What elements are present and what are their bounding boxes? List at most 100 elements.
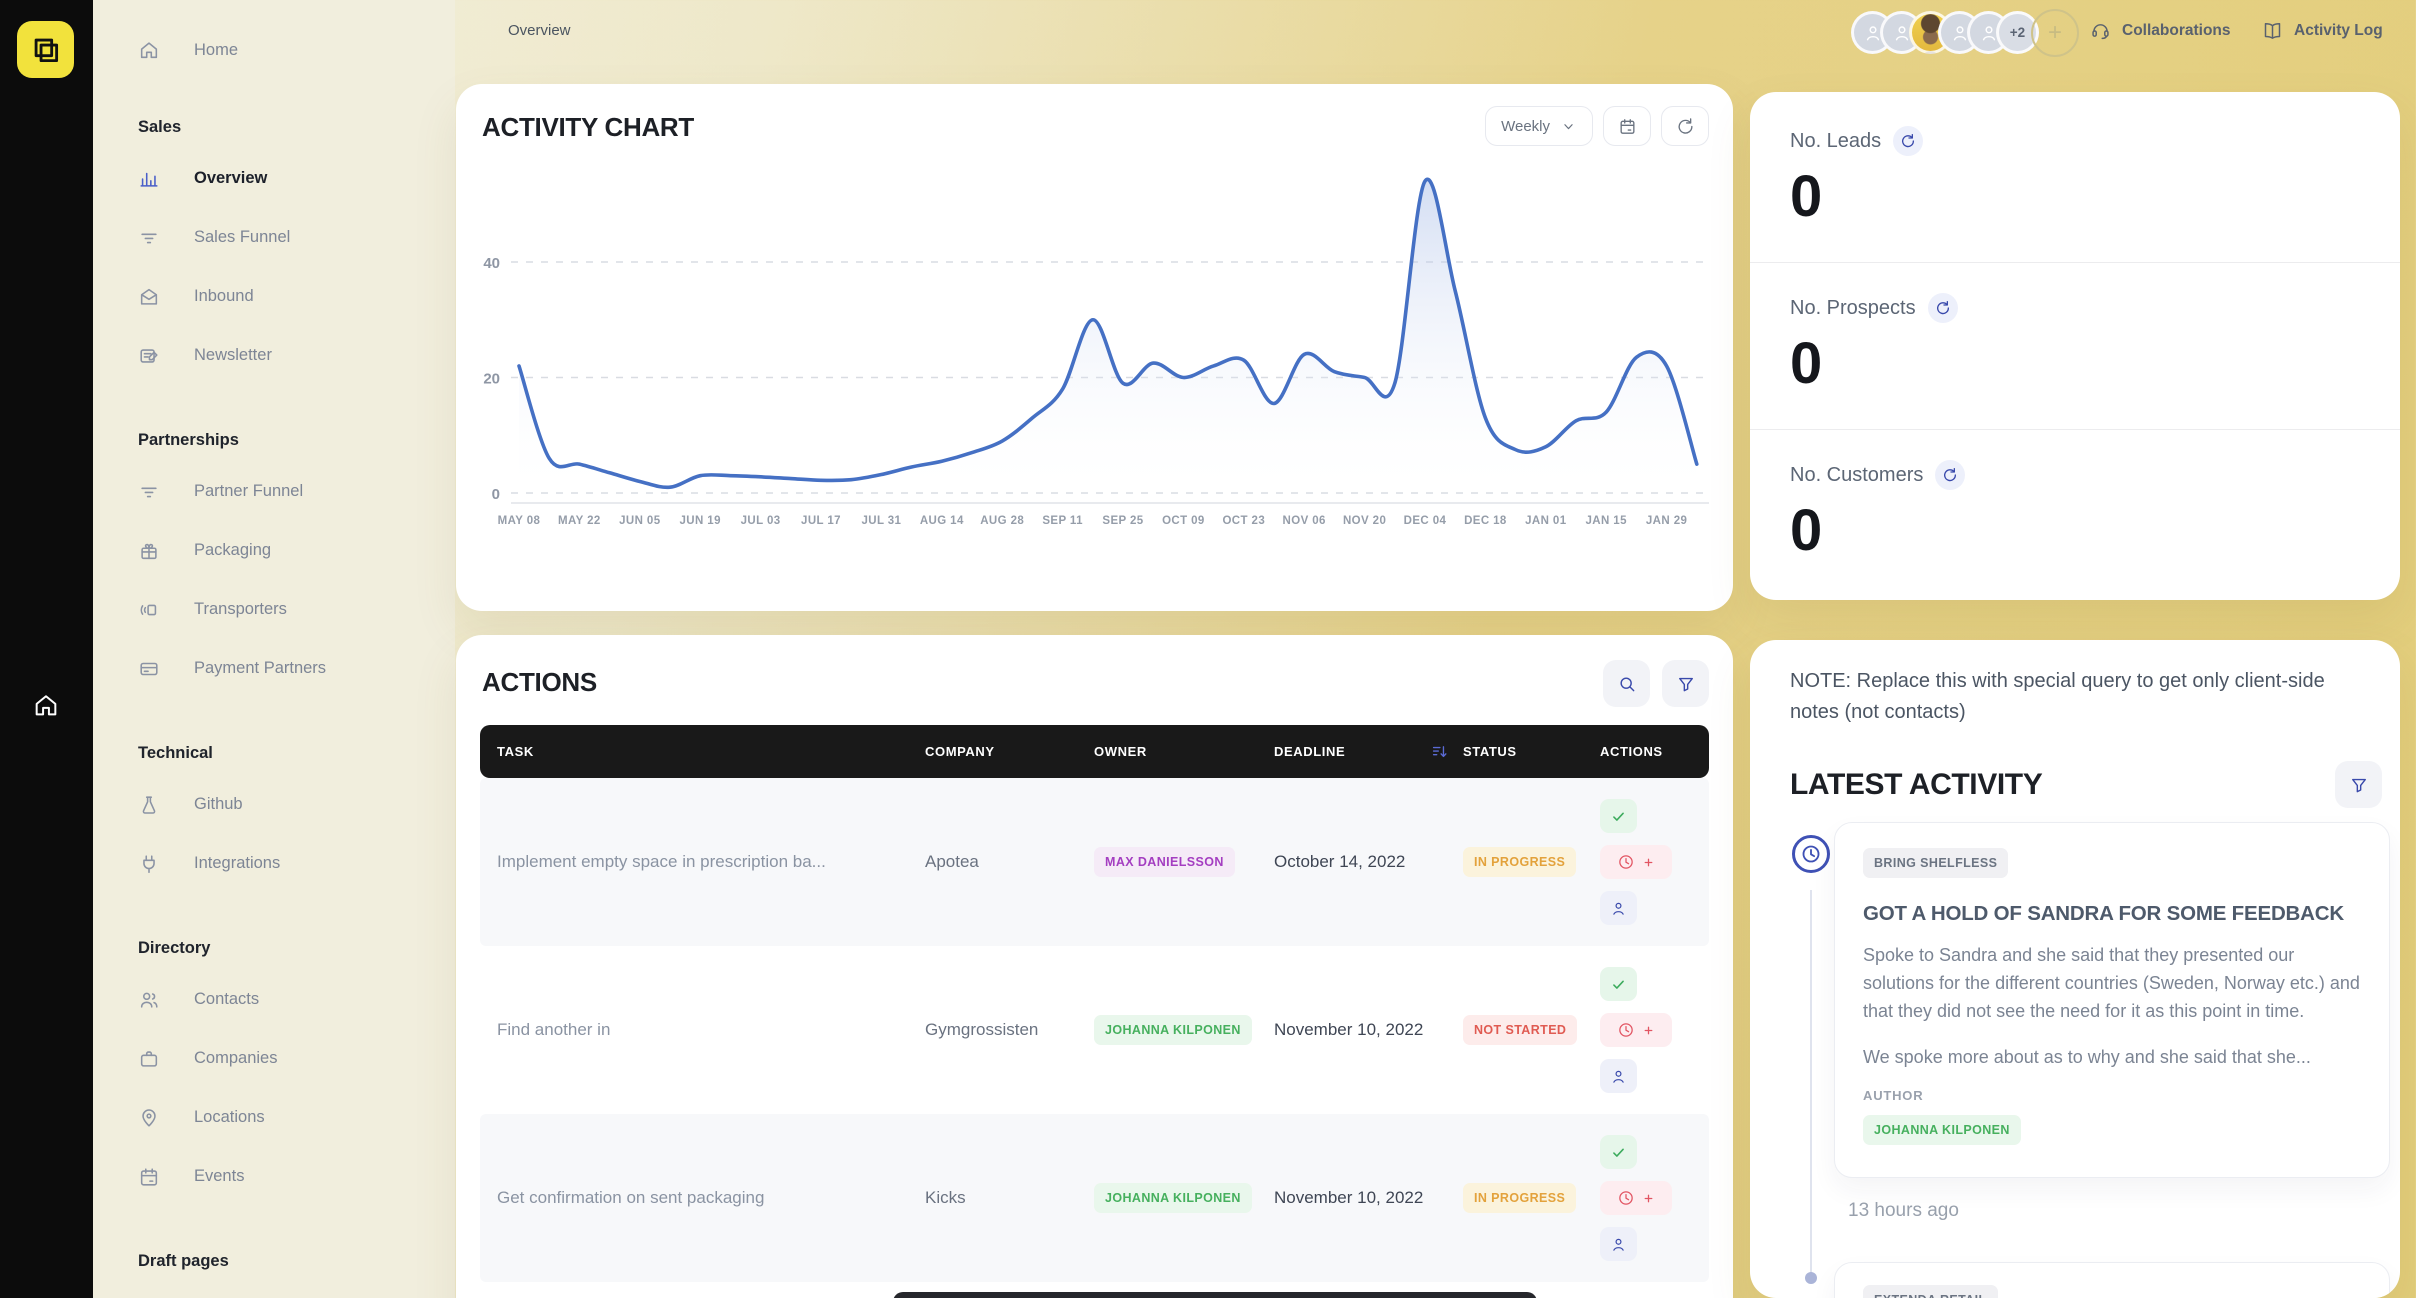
latest-activity-title: LATEST ACTIVITY <box>1790 768 2042 802</box>
svg-text:MAY 22: MAY 22 <box>558 515 601 527</box>
sidebar-item-payment-partners[interactable]: Payment Partners <box>93 639 455 698</box>
sidebar-item-integrations[interactable]: Integrations <box>93 834 455 893</box>
activity-log-link[interactable]: Activity Log <box>2262 20 2383 41</box>
timeline-clock-icon <box>1792 835 1830 873</box>
svg-text:AUG 14: AUG 14 <box>920 515 964 527</box>
sidebar-item-overview[interactable]: Overview <box>93 149 455 208</box>
svg-text:OCT 23: OCT 23 <box>1222 515 1265 527</box>
svg-text:JUL 03: JUL 03 <box>741 515 781 527</box>
activity-filter-button[interactable] <box>2335 761 2382 808</box>
plug-icon <box>138 853 160 875</box>
dev-note: NOTE: Replace this with special query to… <box>1790 666 2330 728</box>
refresh-chart-button[interactable] <box>1661 106 1709 146</box>
book-icon <box>2262 20 2283 41</box>
status-badge: NOT STARTED <box>1463 1015 1577 1045</box>
sort-icon[interactable] <box>1430 742 1449 761</box>
sidebar-item-transporters[interactable]: Transporters <box>93 580 455 639</box>
sidebar-item-newsletter[interactable]: Newsletter <box>93 326 455 385</box>
sidebar-item-packaging[interactable]: Packaging <box>93 521 455 580</box>
refresh-prospects-button[interactable] <box>1928 293 1958 323</box>
actions-title: ACTIONS <box>482 667 597 698</box>
stat-customers: No. Customers 0 <box>1790 452 2360 574</box>
complete-task-button[interactable] <box>1600 967 1637 1001</box>
sidebar-section-partnerships: Partnerships <box>93 431 455 450</box>
company-badge: EXTENDA RETAIL <box>1863 1285 1998 1298</box>
svg-text:NOV 20: NOV 20 <box>1343 515 1386 527</box>
headset-icon <box>2090 20 2111 41</box>
plus-icon <box>1642 856 1655 869</box>
sidebar-item-events[interactable]: Events <box>93 1147 455 1206</box>
filter-icon <box>1676 674 1696 694</box>
sidebar-item-github[interactable]: Github <box>93 775 455 834</box>
svg-text:MAY 08: MAY 08 <box>498 515 541 527</box>
search-button[interactable] <box>1603 660 1650 707</box>
svg-text:JUL 17: JUL 17 <box>801 515 841 527</box>
bar-chart-icon <box>138 168 160 190</box>
collaborations-link[interactable]: Collaborations <box>2090 20 2231 41</box>
snooze-deadline-button[interactable] <box>1600 1181 1672 1215</box>
assign-owner-button[interactable] <box>1600 1227 1637 1261</box>
owner-badge: MAX DANIELSSON <box>1094 847 1235 877</box>
sidebar-item-sales-funnel[interactable]: Sales Funnel <box>93 208 455 267</box>
activity-body: We spoke more about as to why and she sa… <box>1863 1044 2361 1072</box>
breadcrumb[interactable]: Overview <box>508 22 571 39</box>
table-row[interactable]: Get confirmation on sent packaging Kicks… <box>480 1114 1709 1282</box>
activity-item[interactable]: BRING SHELFLESS GOT A HOLD OF SANDRA FOR… <box>1834 822 2390 1178</box>
bottom-sheet-peek[interactable] <box>893 1292 1537 1298</box>
sidebar-section-technical: Technical <box>93 744 455 763</box>
svg-text:DEC 18: DEC 18 <box>1464 515 1507 527</box>
activity-chart-card: ACTIVITY CHART Weekly 02040MAY 08MAY 22J… <box>456 84 1733 611</box>
rail-home-button[interactable] <box>29 688 63 722</box>
sidebar-section-sales: Sales <box>93 118 455 137</box>
svg-text:SEP 25: SEP 25 <box>1102 515 1143 527</box>
sidebar-item-home[interactable]: Home <box>93 28 455 72</box>
assign-owner-button[interactable] <box>1600 1059 1637 1093</box>
actions-card: ACTIONS TASK COMPANY OWNER DEADLINE STAT… <box>456 635 1733 1298</box>
table-header: TASK COMPANY OWNER DEADLINE STATUS ACTIO… <box>480 725 1709 778</box>
add-collaborator-button[interactable]: + <box>2031 9 2079 57</box>
actions-table: TASK COMPANY OWNER DEADLINE STATUS ACTIO… <box>480 725 1709 1298</box>
table-row[interactable]: Find another in Gymgrossisten JOHANNA KI… <box>480 946 1709 1114</box>
stat-label: No. Prospects <box>1790 297 1916 320</box>
activity-timestamp: 13 hours ago <box>1848 1200 1959 1222</box>
svg-text:0: 0 <box>492 486 500 503</box>
sidebar-item-locations[interactable]: Locations <box>93 1088 455 1147</box>
frames-logo-icon <box>29 33 63 67</box>
chevron-down-icon <box>1560 118 1577 135</box>
calendar-button[interactable] <box>1603 106 1651 146</box>
sidebar-item-companies[interactable]: Companies <box>93 1029 455 1088</box>
complete-task-button[interactable] <box>1600 799 1637 833</box>
flask-icon <box>138 794 160 816</box>
period-dropdown[interactable]: Weekly <box>1485 106 1593 146</box>
author-label: AUTHOR <box>1863 1088 2361 1103</box>
svg-text:NOV 06: NOV 06 <box>1283 515 1326 527</box>
sidebar-item-label: Home <box>194 41 238 60</box>
complete-task-button[interactable] <box>1600 1135 1637 1169</box>
svg-text:40: 40 <box>483 255 500 272</box>
svg-text:JUN 05: JUN 05 <box>619 515 661 527</box>
chart-controls: Weekly <box>1485 106 1709 146</box>
divider <box>1750 262 2400 263</box>
filter-button[interactable] <box>1662 660 1709 707</box>
people-icon <box>138 989 160 1011</box>
svg-text:JAN 15: JAN 15 <box>1585 515 1627 527</box>
sidebar-item-partner-funnel[interactable]: Partner Funnel <box>93 462 455 521</box>
table-row[interactable]: Implement empty space in prescription ba… <box>480 778 1709 946</box>
svg-text:OCT 09: OCT 09 <box>1162 515 1205 527</box>
app-rail <box>0 0 93 1298</box>
activity-item[interactable]: EXTENDA RETAIL <box>1834 1262 2390 1298</box>
stat-prospects: No. Prospects 0 <box>1790 285 2360 407</box>
refresh-customers-button[interactable] <box>1935 460 1965 490</box>
snooze-deadline-button[interactable] <box>1600 1013 1672 1047</box>
chart-title: ACTIVITY CHART <box>482 112 694 143</box>
owner-badge: JOHANNA KILPONEN <box>1094 1183 1252 1213</box>
assign-owner-button[interactable] <box>1600 891 1637 925</box>
sidebar-item-contacts[interactable]: Contacts <box>93 970 455 1029</box>
sidebar-item-inbound[interactable]: Inbound <box>93 267 455 326</box>
refresh-leads-button[interactable] <box>1893 126 1923 156</box>
stat-label: No. Leads <box>1790 130 1881 153</box>
app-logo[interactable] <box>17 21 74 78</box>
snooze-deadline-button[interactable] <box>1600 845 1672 879</box>
stat-value: 0 <box>1790 168 2360 226</box>
svg-text:DEC 04: DEC 04 <box>1404 515 1447 527</box>
